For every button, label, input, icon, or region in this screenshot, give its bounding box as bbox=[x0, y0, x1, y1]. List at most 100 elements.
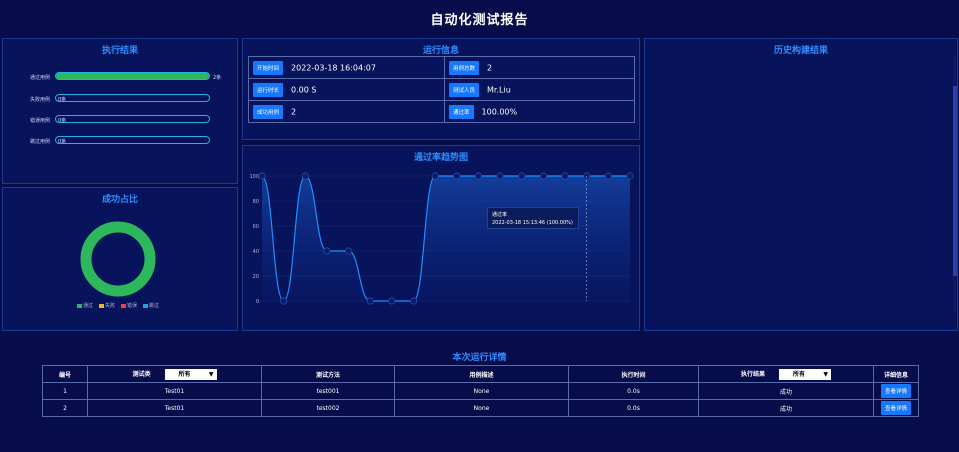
success-cases-tag: 成功用例 bbox=[253, 104, 284, 119]
detail-method: test001 bbox=[261, 382, 395, 400]
legend-label: 通过 bbox=[82, 303, 93, 309]
legend-item[interactable]: 错误 bbox=[121, 303, 137, 309]
view-details-button[interactable]: 查看详情 bbox=[880, 384, 911, 398]
ratio-legend: 通过 失败 错误 跳过 bbox=[0, 302, 236, 309]
class-filter-select[interactable]: 所有 ▼ bbox=[164, 368, 217, 380]
donut-chart bbox=[80, 221, 156, 297]
exec-bar-track bbox=[55, 72, 210, 80]
exec-bar-track: 0条 bbox=[55, 136, 210, 145]
detail-class: Test01 bbox=[87, 399, 262, 417]
trend-point bbox=[539, 172, 548, 180]
exec-bar-count: 0条 bbox=[58, 139, 67, 145]
legend-swatch bbox=[143, 303, 149, 308]
chevron-down-icon: ▼ bbox=[823, 370, 829, 378]
exec-bar-count: 0条 bbox=[58, 118, 67, 124]
y-tick-label: 60 bbox=[253, 224, 259, 230]
trend-point bbox=[409, 297, 418, 305]
exec-bar-row: 通过用例 2条 bbox=[30, 72, 230, 82]
trend-point bbox=[344, 247, 353, 255]
history-title: 历史构建结果 bbox=[773, 46, 828, 56]
trend-point bbox=[258, 172, 266, 180]
legend-item[interactable]: 跳过 bbox=[143, 303, 159, 309]
tester-tag: 测试人员 bbox=[449, 82, 480, 97]
y-tick-label: 100 bbox=[249, 174, 259, 180]
history-scrollbar[interactable] bbox=[953, 56, 957, 312]
trend-point bbox=[604, 172, 612, 180]
exec-bar-label: 错误用例 bbox=[30, 118, 51, 124]
exec-results-title: 执行结果 bbox=[101, 46, 138, 56]
tooltip-title: 通过率 bbox=[492, 212, 508, 218]
detail-time: 0.0s bbox=[568, 399, 699, 417]
detail-class: Test01 bbox=[87, 382, 262, 400]
total-cases-tag: 用例总数 bbox=[449, 60, 480, 75]
result-filter-select[interactable]: 所有 ▼ bbox=[779, 368, 832, 380]
detail-time: 0.0s bbox=[568, 382, 699, 400]
tester-value: Mr.Liu bbox=[487, 85, 511, 94]
ratio-title: 成功占比 bbox=[101, 195, 138, 205]
trend-point bbox=[496, 172, 504, 180]
legend-swatch bbox=[98, 303, 104, 308]
col-method: 测试方法 bbox=[261, 365, 395, 383]
legend-item[interactable]: 通过 bbox=[76, 303, 93, 309]
detail-row: 1 Test01 test001 None 0.0s 成功 查看详情 bbox=[42, 382, 919, 400]
run-info-table: 开始时间 2022-03-18 16:04:07 用例总数 2 运行时长 0.00 S… bbox=[248, 56, 635, 123]
trend-point bbox=[431, 172, 439, 180]
detail-table: 编号 测试类 所有 ▼ 测试方法 用例描述 执行时间 执行结果 所有 ▼ 详细信息 … bbox=[42, 365, 919, 417]
exec-bar-count: 2条 bbox=[213, 75, 222, 81]
col-desc: 用例描述 bbox=[394, 365, 569, 383]
detail-action-cell: 查看详情 bbox=[873, 382, 919, 400]
exec-bar-row: 错误用例 0条 bbox=[30, 115, 230, 125]
detail-no: 2 bbox=[42, 399, 88, 417]
chevron-down-icon: ▼ bbox=[208, 370, 214, 378]
col-result: 执行结果 所有 ▼ bbox=[698, 365, 874, 383]
history-scroll-area[interactable]: 执行时间用例总数成功用例数通过率 2022-03-18 16:04:072210… bbox=[650, 56, 953, 312]
col-info: 详细信息 bbox=[873, 365, 919, 383]
exec-bar-label: 失败用例 bbox=[30, 97, 51, 103]
detail-method: test002 bbox=[261, 399, 395, 417]
legend-item[interactable]: 失败 bbox=[98, 303, 115, 309]
trend-area bbox=[262, 176, 630, 301]
trend-point bbox=[626, 172, 634, 180]
detail-result: 成功 bbox=[698, 399, 874, 417]
pass-rate-tag: 通过率 bbox=[449, 104, 474, 119]
trend-point bbox=[280, 297, 288, 305]
exec-bar-label: 通过用例 bbox=[30, 75, 51, 81]
trend-tooltip: 通过率 2022-03-18 15:13:46 (100.00%) bbox=[487, 207, 579, 229]
col-result-label: 执行结果 bbox=[740, 370, 765, 378]
detail-desc: None bbox=[394, 399, 569, 417]
detail-desc: None bbox=[394, 382, 569, 400]
col-no: 编号 bbox=[42, 365, 88, 383]
start-time-tag: 开始时间 bbox=[253, 60, 284, 75]
legend-swatch bbox=[76, 303, 82, 308]
pass-rate-value: 100.00% bbox=[481, 107, 518, 116]
exec-bar-fill bbox=[56, 73, 209, 79]
trend-point bbox=[518, 172, 526, 180]
trend-point bbox=[388, 297, 396, 305]
y-tick-label: 40 bbox=[253, 249, 259, 255]
trend-point bbox=[301, 172, 309, 180]
view-details-button[interactable]: 查看详情 bbox=[880, 401, 911, 415]
col-class: 测试类 所有 ▼ bbox=[87, 365, 262, 383]
success-cases-value: 2 bbox=[291, 107, 297, 116]
total-cases-value: 2 bbox=[487, 63, 493, 72]
trend-point bbox=[453, 172, 461, 180]
duration-tag: 运行时长 bbox=[253, 82, 284, 97]
legend-label: 失败 bbox=[104, 303, 115, 309]
page-title: 自动化测试报告 bbox=[430, 13, 529, 28]
run-info-title: 运行信息 bbox=[422, 46, 459, 56]
detail-title: 本次运行详情 bbox=[452, 353, 507, 363]
legend-label: 跳过 bbox=[149, 303, 160, 309]
donut-pass-segment bbox=[80, 221, 156, 297]
exec-bar-label: 跳过用例 bbox=[30, 139, 51, 145]
trend-chart: 0 20 40 60 80 100 bbox=[249, 172, 634, 305]
legend-label: 错误 bbox=[127, 303, 138, 309]
trend-point bbox=[323, 247, 331, 255]
detail-row: 2 Test01 test002 None 0.0s 成功 查看详情 bbox=[42, 399, 919, 417]
exec-bar-track: 0条 bbox=[55, 94, 210, 103]
exec-bar-row: 失败用例 0条 bbox=[30, 94, 230, 104]
duration-value: 0.00 S bbox=[291, 85, 317, 94]
trend-point bbox=[474, 172, 483, 180]
history-scrollbar-thumb[interactable] bbox=[953, 86, 957, 276]
col-time: 执行时间 bbox=[568, 365, 699, 383]
tooltip-value: 2022-03-18 15:13:46 (100.00%) bbox=[492, 220, 573, 226]
